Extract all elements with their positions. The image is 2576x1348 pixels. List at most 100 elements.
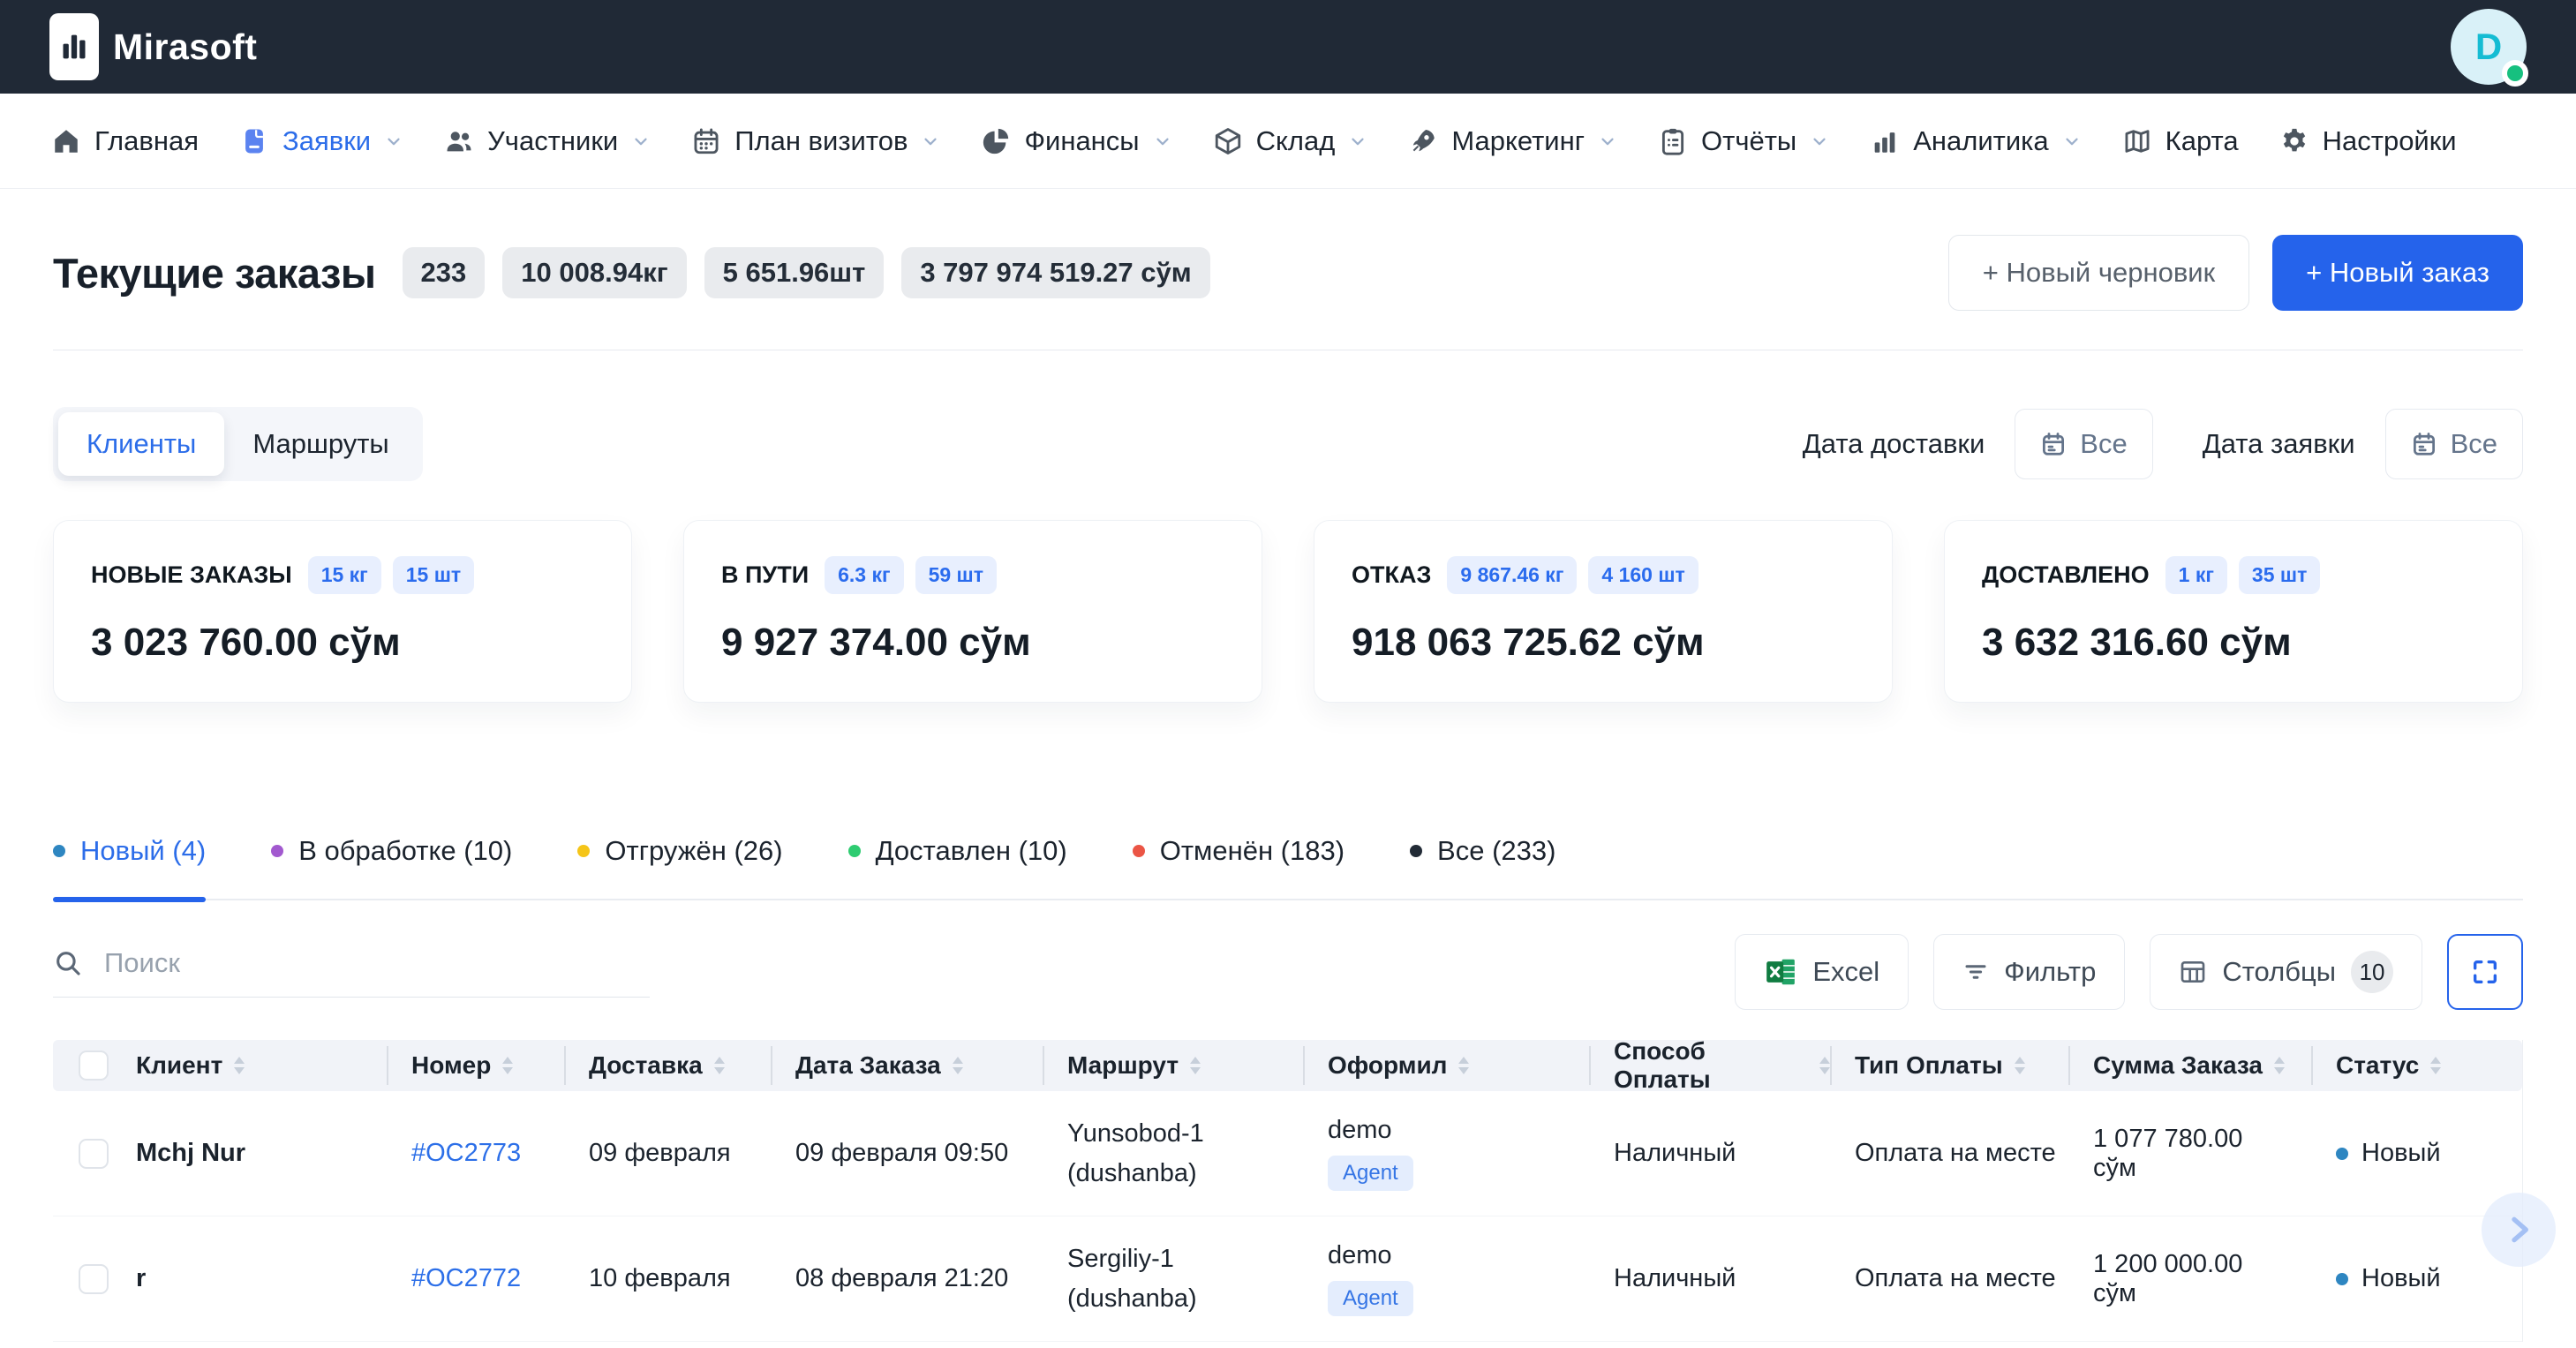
view-toggle: Клиенты Маршруты [53, 407, 423, 481]
nav-item-settings[interactable]: Настройки [2279, 125, 2457, 157]
page-title: Текущие заказы [53, 249, 376, 297]
orders-count-badge: 233 [403, 247, 486, 298]
nav-label: Карта [2165, 125, 2239, 157]
toggle-clients[interactable]: Клиенты [58, 412, 224, 476]
search-box [53, 947, 650, 998]
total-sum-badge: 3 797 974 519.27 сўм [901, 247, 1209, 298]
rocket-icon [1408, 126, 1438, 156]
tab-shipped[interactable]: Отгружён (26) [577, 835, 782, 899]
column-label: Статус [2336, 1051, 2419, 1080]
column-label: Сумма Заказа [2093, 1051, 2263, 1080]
column-label: Тип Оплаты [1855, 1051, 2003, 1080]
search-input[interactable] [104, 947, 650, 979]
sort-icon [953, 1057, 963, 1074]
nav-item-orders[interactable]: Заявки [239, 125, 403, 157]
order-number-link[interactable]: #OC2773 [411, 1139, 521, 1168]
sort-icon [234, 1057, 245, 1074]
row-select-cell [53, 1139, 122, 1169]
table-toolbar: Excel Фильтр Столбцы 10 [53, 934, 2523, 1010]
card-amount: 3 632 316.60 сўм [1982, 621, 2485, 665]
tab-label: Новый (4) [80, 835, 206, 867]
filter-button[interactable]: Фильтр [1933, 934, 2125, 1010]
delivery-date: 10 февраля [589, 1264, 731, 1293]
delivery-date-button[interactable]: Все [2015, 409, 2152, 479]
scroll-right-button[interactable] [2482, 1193, 2556, 1267]
table-header: Клиент Номер Доставка Дата Заказа Маршру… [53, 1040, 2522, 1091]
nav-item-warehouse[interactable]: Склад [1213, 125, 1368, 157]
nav-item-finance[interactable]: Финансы [981, 125, 1171, 157]
columns-button[interactable]: Столбцы 10 [2150, 934, 2422, 1010]
order-number-link[interactable]: #OC2772 [411, 1264, 521, 1293]
nav-item-analytics[interactable]: Аналитика [1870, 125, 2081, 157]
column-header-order-date[interactable]: Дата Заказа [771, 1051, 1043, 1080]
sort-icon [1819, 1057, 1830, 1074]
column-header-agent[interactable]: Оформил [1303, 1051, 1589, 1080]
status-dot [271, 845, 283, 857]
chevron-right-icon [2501, 1212, 2536, 1247]
chevron-down-icon [631, 132, 651, 151]
tab-label: Отгружён (26) [605, 835, 782, 867]
status-tabs: Новый (4) В обработке (10) Отгружён (26)… [53, 835, 2523, 900]
row-checkbox[interactable] [79, 1139, 109, 1169]
sort-icon [1190, 1057, 1201, 1074]
nav-item-map[interactable]: Карта [2122, 125, 2239, 157]
bar-chart-icon [1870, 126, 1900, 156]
tab-new[interactable]: Новый (4) [53, 835, 206, 899]
nav-item-marketing[interactable]: Маркетинг [1408, 125, 1617, 157]
chevron-down-icon [1153, 132, 1172, 151]
select-all-checkbox[interactable] [79, 1051, 109, 1081]
status-label: Новый [2361, 1264, 2441, 1293]
toggle-routes[interactable]: Маршруты [224, 412, 417, 476]
route-name: Sergiliy-1 [1067, 1245, 1174, 1273]
pie-chart-icon [981, 126, 1011, 156]
agent-role-badge: Agent [1328, 1281, 1413, 1316]
total-qty-badge: 5 651.96шт [704, 247, 885, 298]
order-date: 09 февраля 09:50 [795, 1139, 1008, 1168]
page: Mirasoft D Главная Заявки Участники План… [0, 0, 2576, 1348]
agent-name: demo [1328, 1116, 1392, 1144]
table-row[interactable]: r #OC2772 10 февраля 08 февраля 21:20 Se… [53, 1216, 2522, 1342]
tab-delivered[interactable]: Доставлен (10) [848, 835, 1067, 899]
column-header-payment-type[interactable]: Тип Оплаты [1830, 1051, 2068, 1080]
column-label: Номер [411, 1051, 491, 1080]
fullscreen-button[interactable] [2447, 934, 2523, 1010]
column-header-route[interactable]: Маршрут [1043, 1051, 1303, 1080]
status-dot [2336, 1273, 2348, 1285]
request-date-button[interactable]: Все [2385, 409, 2523, 479]
status-dot [53, 845, 65, 857]
gear-icon [2279, 126, 2309, 156]
excel-export-button[interactable]: Excel [1735, 934, 1909, 1010]
chevron-down-icon [1348, 132, 1367, 151]
nav-label: Отчёты [1701, 125, 1796, 157]
sort-icon [2430, 1057, 2441, 1074]
card-weight-badge: 9 867.46 кг [1447, 556, 1577, 594]
user-avatar[interactable]: D [2451, 9, 2527, 85]
nav-item-participants[interactable]: Участники [444, 125, 651, 157]
table-row[interactable]: Mchj Nur #OC2773 09 февраля 09 февраля 0… [53, 1091, 2522, 1216]
nav-item-home[interactable]: Главная [51, 125, 199, 157]
column-header-status[interactable]: Статус [2311, 1051, 2523, 1080]
tab-all[interactable]: Все (233) [1410, 835, 1555, 899]
row-checkbox[interactable] [79, 1264, 109, 1294]
brand-logo[interactable]: Mirasoft [49, 13, 257, 80]
new-draft-button[interactable]: + Новый черновик [1948, 235, 2249, 311]
stat-card-new-orders: НОВЫЕ ЗАКАЗЫ 15 кг 15 шт 3 023 760.00 сў… [53, 520, 632, 703]
payment-method: Наличный [1614, 1139, 1736, 1168]
fullscreen-icon [2470, 957, 2500, 987]
nav-item-reports[interactable]: Отчёты [1658, 125, 1829, 157]
new-order-button[interactable]: + Новый заказ [2272, 235, 2523, 311]
tab-processing[interactable]: В обработке (10) [271, 835, 512, 899]
card-title: В ПУТИ [721, 561, 809, 589]
column-header-client[interactable]: Клиент [122, 1051, 387, 1080]
filter-label: Фильтр [2004, 956, 2096, 988]
toolbar-actions: Excel Фильтр Столбцы 10 [1735, 934, 2523, 1010]
column-header-number[interactable]: Номер [387, 1051, 564, 1080]
column-header-payment-method[interactable]: Способ Оплаты [1589, 1037, 1830, 1094]
column-header-delivery[interactable]: Доставка [564, 1051, 771, 1080]
tab-cancelled[interactable]: Отменён (183) [1133, 835, 1344, 899]
nav-label: Аналитика [1913, 125, 2048, 157]
card-qty-badge: 4 160 шт [1588, 556, 1698, 594]
card-qty-badge: 15 шт [393, 556, 474, 594]
nav-item-visit-plan[interactable]: План визитов [691, 125, 940, 157]
column-header-amount[interactable]: Сумма Заказа [2068, 1051, 2311, 1080]
